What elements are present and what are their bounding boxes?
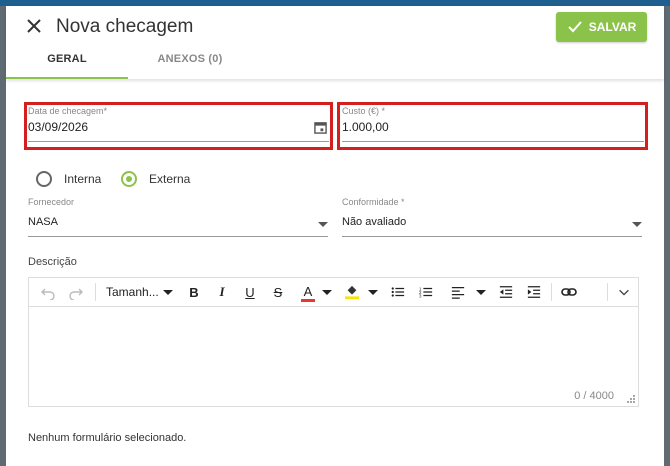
italic-icon[interactable]: I <box>215 284 229 300</box>
cost-field[interactable]: Custo (€) * 1.000,00 <box>342 106 644 142</box>
radio-internal-label[interactable]: Interna <box>64 172 101 186</box>
tab-general[interactable]: GERAL <box>6 53 128 79</box>
description-editor[interactable]: Tamanh... B I U S A 123 0 / 4000 <box>28 277 639 407</box>
bold-icon[interactable]: B <box>187 284 201 300</box>
supplier-value: NASA <box>28 216 58 228</box>
cost-field-underline <box>342 141 644 142</box>
chevron-down-icon[interactable] <box>163 290 173 295</box>
outdent-icon[interactable] <box>499 284 513 300</box>
toolbar-separator <box>607 283 608 301</box>
description-label: Descrição <box>28 256 77 268</box>
supplier-label: Fornecedor <box>28 197 75 207</box>
tab-attachments[interactable]: ANEXOS (0) <box>128 53 252 79</box>
numbered-list-icon[interactable]: 123 <box>419 284 433 300</box>
undo-icon[interactable] <box>40 284 56 300</box>
toolbar-separator <box>95 283 96 301</box>
close-icon[interactable] <box>26 18 42 34</box>
conformity-select[interactable]: Conformidade * Não avaliado <box>342 197 642 237</box>
align-left-icon[interactable] <box>451 284 465 300</box>
chevron-down-icon[interactable] <box>318 222 328 227</box>
chevron-down-icon[interactable] <box>322 290 332 295</box>
bullet-list-icon[interactable] <box>391 284 405 300</box>
date-field-value[interactable]: 03/09/2026 <box>28 120 88 134</box>
date-field-label: Data de checagem* <box>28 106 108 116</box>
underline-icon[interactable]: U <box>243 284 257 300</box>
dialog-title: Nova checagem <box>56 16 194 37</box>
supplier-underline <box>28 236 328 237</box>
conformity-label: Conformidade * <box>342 197 405 207</box>
no-form-text: Nenhum formulário selecionado. <box>28 432 187 444</box>
font-color-icon[interactable]: A <box>301 284 315 302</box>
new-check-dialog: Nova checagem SALVAR GERAL ANEXOS (0) Da… <box>6 6 664 466</box>
font-size-select[interactable]: Tamanh... <box>106 284 159 300</box>
cost-field-value[interactable]: 1.000,00 <box>342 120 389 134</box>
calendar-icon[interactable] <box>314 121 327 134</box>
editor-toolbar: Tamanh... B I U S A 123 <box>29 278 638 307</box>
indent-icon[interactable] <box>527 284 541 300</box>
conformity-value: Não avaliado <box>342 216 407 228</box>
toolbar-separator <box>551 283 552 301</box>
date-field[interactable]: Data de checagem* 03/09/2026 <box>28 106 329 142</box>
dialog-header: Nova checagem SALVAR GERAL ANEXOS (0) <box>6 6 664 79</box>
resize-handle-icon[interactable] <box>627 395 635 403</box>
chevron-down-icon[interactable] <box>476 290 486 295</box>
strikethrough-icon[interactable]: S <box>271 284 285 300</box>
conformity-underline <box>342 236 642 237</box>
save-button-label: SALVAR <box>588 20 637 34</box>
svg-text:3: 3 <box>419 293 422 298</box>
chevron-down-icon[interactable] <box>368 290 378 295</box>
character-counter: 0 / 4000 <box>574 390 614 402</box>
chevron-down-icon[interactable] <box>617 284 631 300</box>
save-button[interactable]: SALVAR <box>556 12 647 42</box>
radio-external[interactable] <box>121 171 137 187</box>
cost-field-label: Custo (€) * <box>342 106 386 116</box>
check-icon <box>568 21 582 33</box>
redo-icon[interactable] <box>68 284 84 300</box>
date-field-underline <box>28 141 329 142</box>
chevron-down-icon[interactable] <box>632 222 642 227</box>
radio-internal[interactable] <box>36 171 52 187</box>
supplier-select[interactable]: Fornecedor NASA <box>28 197 328 237</box>
highlight-color-icon[interactable] <box>345 284 359 300</box>
radio-external-label[interactable]: Externa <box>149 172 190 186</box>
link-icon[interactable] <box>561 284 577 300</box>
